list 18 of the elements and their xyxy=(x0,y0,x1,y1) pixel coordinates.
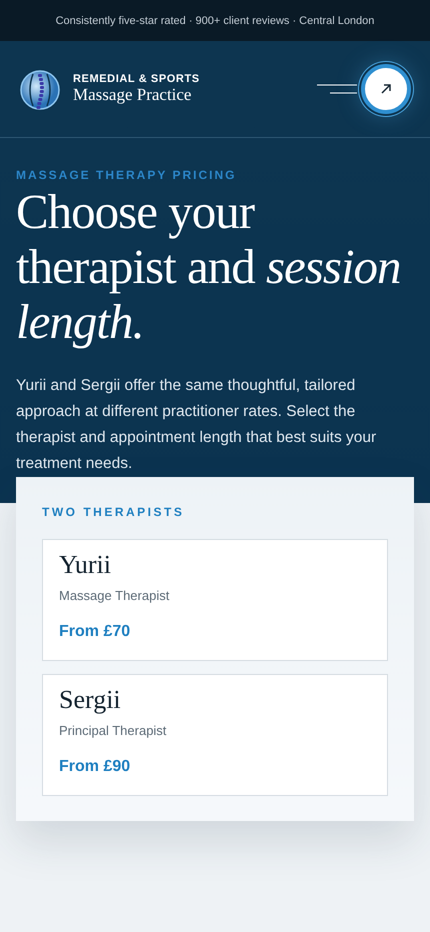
intro-paragraph: Yurii and Sergii offer the same thoughtful, tailored approach at different practitioner rates. Select the therapist and appointment length that best suits your treatment needs. xyxy=(16,376,378,474)
therapist-name: Sergii xyxy=(59,685,122,715)
card-heading: TWO THERAPISTS xyxy=(42,505,186,519)
menu-lines-icon xyxy=(317,84,357,94)
therapist-price: From £70 xyxy=(59,623,132,641)
therapist-role: Massage Therapist xyxy=(59,588,170,603)
brand-tagline: REMEDIAL & SPORTS xyxy=(73,73,200,85)
announcement-text: Consistently five-star rated · 900+ client reviews · Central London xyxy=(56,14,374,26)
arrow-button[interactable] xyxy=(361,64,411,114)
page-heading: Choose your therapist and session length. xyxy=(16,184,402,349)
eyebrow-text: MASSAGE THERAPY PRICING xyxy=(16,168,238,182)
therapist-role: Principal Therapist xyxy=(59,723,168,738)
therapist-card[interactable]: Sergii Principal Therapist From £90 xyxy=(42,674,388,796)
therapist-name: Yurii xyxy=(59,550,112,580)
therapist-price: From £90 xyxy=(59,758,132,776)
arrow-icon xyxy=(380,83,392,95)
therapist-card[interactable]: Yurii Massage Therapist From £70 xyxy=(42,539,388,661)
brand-name: Massage Practice xyxy=(73,85,192,105)
